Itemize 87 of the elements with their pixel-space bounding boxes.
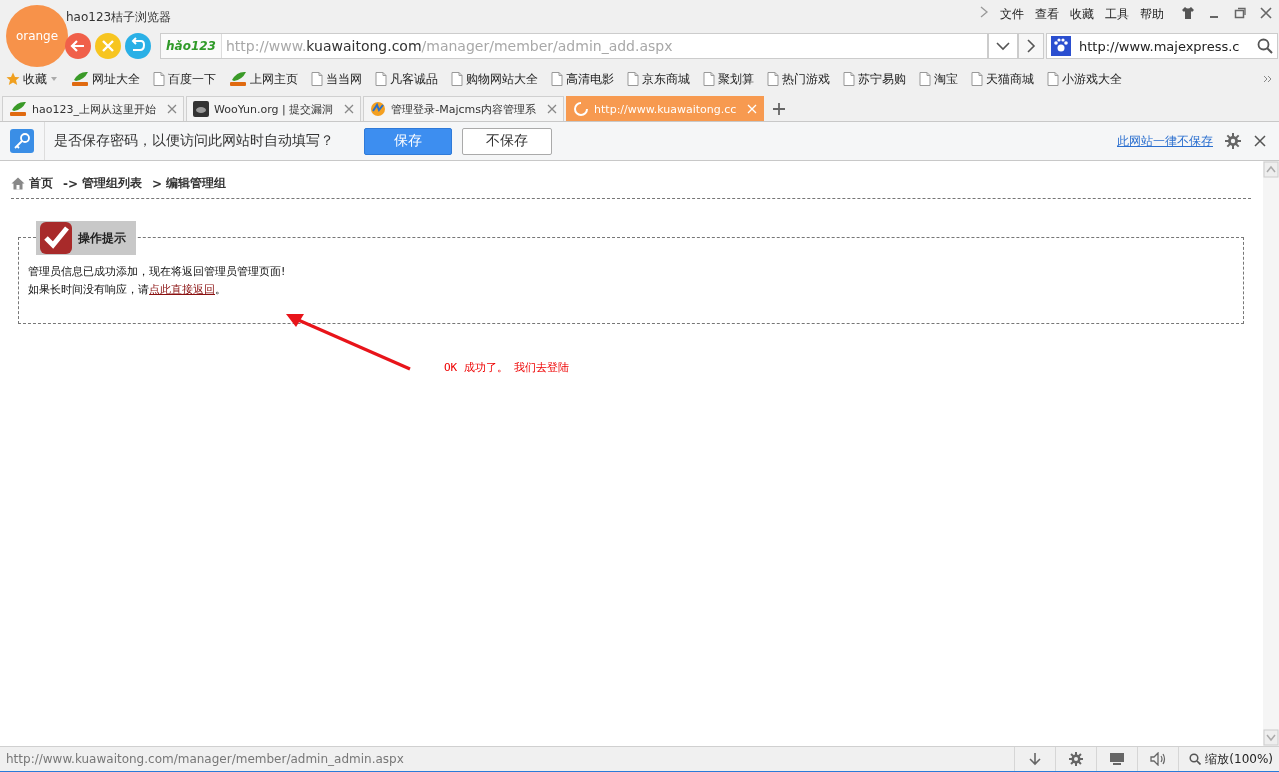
- page-icon: [153, 72, 165, 86]
- go-button[interactable]: [1018, 33, 1044, 59]
- close-icon[interactable]: [166, 104, 177, 114]
- zoom-control[interactable]: 缩放(100%): [1178, 747, 1279, 771]
- menu-item[interactable]: 查看: [1035, 6, 1059, 22]
- page-icon: [627, 72, 639, 86]
- key-icon: [10, 129, 34, 153]
- page-icon: [843, 72, 855, 86]
- dropdown-button[interactable]: [988, 33, 1018, 59]
- close-icon[interactable]: [344, 104, 355, 114]
- prompt-text: 是否保存密码，以便访问此网站时自动填写？: [54, 132, 335, 150]
- bookmark-item[interactable]: 购物网站大全: [451, 70, 538, 88]
- page-icon: [919, 72, 931, 86]
- back-button[interactable]: [64, 32, 92, 60]
- logo-circle: orange: [6, 5, 68, 67]
- download-icon[interactable]: [1028, 752, 1043, 766]
- breadcrumb-separator: ->: [63, 176, 79, 191]
- bookmark-item[interactable]: 当当网: [311, 70, 362, 88]
- page-icon: [451, 72, 463, 86]
- globe-icon: [370, 101, 387, 117]
- bookmark-item[interactable]: 苏宁易购: [843, 70, 906, 88]
- shirt-icon[interactable]: [1181, 6, 1195, 20]
- bookmark-item[interactable]: 小游戏大全: [1047, 70, 1122, 88]
- menu-item[interactable]: 工具: [1105, 6, 1129, 22]
- bookmark-item[interactable]: 上网主页: [229, 70, 298, 88]
- bookmark-item[interactable]: 高清电影: [551, 70, 614, 88]
- paw-icon: [1051, 36, 1073, 56]
- bookmark-item[interactable]: 百度一下: [153, 70, 216, 88]
- page-icon: [551, 72, 563, 86]
- monitor-icon[interactable]: [1109, 752, 1126, 766]
- bookmark-item[interactable]: 网址大全: [71, 70, 140, 88]
- never-save-link[interactable]: 此网站一律不保存: [1117, 132, 1213, 150]
- browser-tab[interactable]: WooYun.org | 提交漏洞: [185, 96, 362, 121]
- window-title: hao123桔子浏览器: [66, 9, 172, 26]
- double-chevron-icon[interactable]: [1263, 74, 1273, 84]
- breadcrumb-separator: >: [152, 176, 163, 191]
- settings-icon[interactable]: [1225, 133, 1241, 149]
- dont-save-button[interactable]: 不保存: [462, 127, 552, 155]
- settings-icon[interactable]: [1069, 752, 1084, 766]
- bookmark-item[interactable]: 天猫商城: [971, 70, 1034, 88]
- caret-icon: [50, 76, 58, 82]
- home-icon: [11, 177, 25, 190]
- notice-message: 如果长时间没有响应，请点此直接返回。: [28, 282, 227, 298]
- breadcrumb-link[interactable]: 首页: [29, 175, 53, 192]
- speaker-icon[interactable]: [1150, 752, 1167, 766]
- vertical-scrollbar[interactable]: [1263, 161, 1279, 746]
- page-icon: [703, 72, 715, 86]
- search-field[interactable]: http://www.majexpress.c: [1046, 33, 1278, 59]
- browser-tab[interactable]: hao123_上网从这里开始: [2, 96, 184, 121]
- close-icon[interactable]: [547, 104, 558, 114]
- bookmark-item[interactable]: 淘宝: [919, 70, 958, 88]
- menu-item[interactable]: 收藏: [1070, 6, 1094, 22]
- bookmark-item[interactable]: 凡客诚品: [375, 70, 438, 88]
- page-icon: [375, 72, 387, 86]
- menu-item[interactable]: 文件: [1000, 6, 1024, 22]
- search-icon[interactable]: [1257, 38, 1273, 54]
- browser-tab[interactable]: 管理登录-Majcms内容管理系: [363, 96, 565, 121]
- bookmark-item[interactable]: 聚划算: [703, 70, 754, 88]
- dark-square-icon: [192, 101, 209, 117]
- star-icon: [6, 72, 20, 86]
- search-icon: [1189, 753, 1202, 765]
- notice-title: 操作提示: [78, 229, 126, 247]
- page-icon: [767, 72, 779, 86]
- page-icon: [971, 72, 983, 86]
- leaf-icon: [71, 71, 89, 87]
- menu-item[interactable]: 帮助: [1140, 6, 1164, 22]
- address-bar[interactable]: hǎo123 http://www.kuawaitong.com/manager/member/admin_add.aspx: [160, 33, 988, 59]
- annotation-text: OK 成功了。 我们去登陆: [444, 360, 570, 375]
- close-icon[interactable]: [1259, 6, 1273, 20]
- bookmark-item[interactable]: 热门游戏: [767, 70, 830, 88]
- url-text: http://www.kuawaitong.com/manager/member/admin_add.aspx: [224, 38, 673, 54]
- close-icon[interactable]: [1253, 134, 1267, 148]
- checkmark-icon: [40, 222, 72, 254]
- restore-icon[interactable]: [1233, 6, 1247, 20]
- notice-message: 管理员信息已成功添加，现在将返回管理员管理页面!: [28, 264, 287, 280]
- bookmark-item[interactable]: 京东商城: [627, 70, 690, 88]
- site-logo: hǎo123: [161, 34, 222, 58]
- leaf-icon: [229, 71, 247, 87]
- page-icon: [311, 72, 323, 86]
- page-icon: [1047, 72, 1059, 86]
- breadcrumb-link[interactable]: 编辑管理组: [166, 175, 227, 192]
- loading-icon: [573, 101, 590, 117]
- leaf-icon: [9, 101, 27, 117]
- return-link[interactable]: 点此直接返回: [149, 283, 215, 296]
- breadcrumb-link[interactable]: 管理组列表: [82, 175, 143, 192]
- status-url: http://www.kuawaitong.com/manager/member/admin_admin.aspx: [5, 752, 405, 766]
- bookmark-item[interactable]: 收藏: [6, 70, 58, 88]
